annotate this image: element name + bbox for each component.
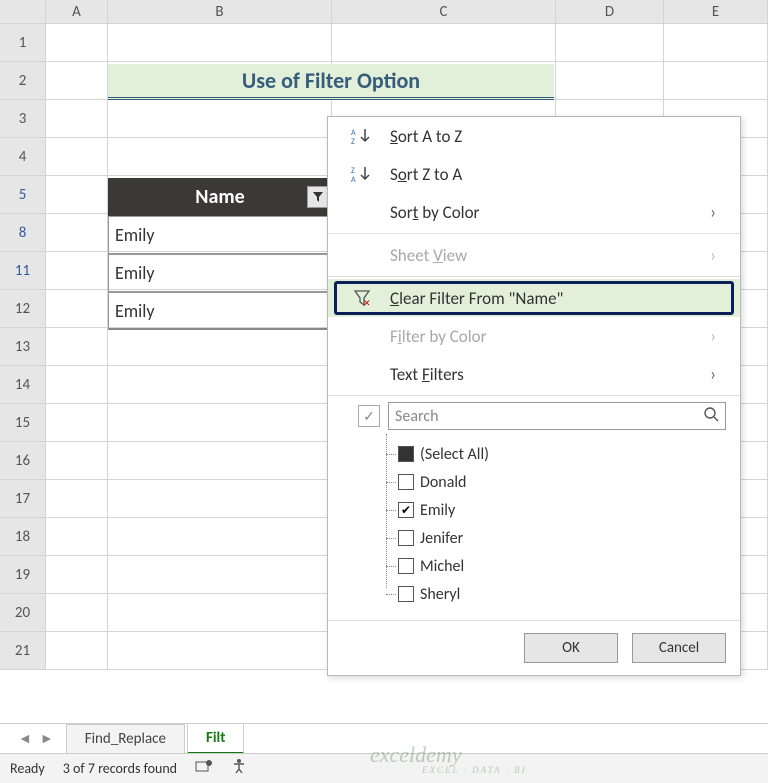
col-header-B[interactable]: B [108, 0, 332, 23]
data-cell[interactable]: Emily [108, 254, 332, 292]
clear-filter-icon: ✕ [342, 289, 382, 307]
sort-az-icon: AZ [342, 127, 382, 145]
tab-next-icon[interactable]: ► [40, 730, 54, 747]
filter-dropdown-menu: AZ Sort A to Z ZA Sort Z to A Sort by Co… [327, 116, 741, 676]
select-all-corner[interactable] [0, 0, 46, 23]
row-header[interactable]: 13 [0, 328, 46, 366]
sheet-tab-bar: ◄► Find_Replace Filt [0, 723, 768, 753]
filter-item-select-all[interactable]: (Select All) [398, 440, 726, 468]
row-header[interactable]: 8 [0, 214, 46, 252]
row-header[interactable]: 11 [0, 252, 46, 290]
menu-label: Text Filters [382, 364, 710, 385]
chevron-right-icon: › [710, 363, 740, 385]
filter-item[interactable]: Donald [398, 468, 726, 496]
col-header-D[interactable]: D [556, 0, 664, 23]
menu-label: Sort Z to A [382, 164, 740, 185]
filter-item[interactable]: Michel [398, 552, 726, 580]
row-header[interactable]: 12 [0, 290, 46, 328]
chevron-right-icon: › [710, 201, 740, 223]
menu-clear-filter[interactable]: ✕ Clear Filter From "Name" [328, 279, 740, 317]
macro-record-icon[interactable] [195, 759, 213, 778]
menu-label: Sort A to Z [382, 126, 740, 147]
menu-label: Clear Filter From "Name" [382, 288, 740, 309]
title-banner: Use of Filter Option [108, 64, 554, 100]
tab-prev-icon[interactable]: ◄ [18, 730, 32, 747]
menu-label: Filter by Color [382, 326, 710, 347]
checkbox-unchecked[interactable] [398, 474, 414, 490]
col-header-A[interactable]: A [46, 0, 108, 23]
search-placeholder: Search [395, 407, 703, 426]
row-header[interactable]: 17 [0, 480, 46, 518]
filter-item-label: Emily [420, 501, 455, 520]
menu-sort-za[interactable]: ZA Sort Z to A [328, 155, 740, 193]
row-header[interactable]: 15 [0, 404, 46, 442]
row-header[interactable]: 3 [0, 100, 46, 138]
filter-item-label: Sheryl [420, 585, 460, 604]
row-header[interactable]: 18 [0, 518, 46, 556]
menu-label: Sort by Color [382, 202, 710, 223]
row-header[interactable]: 16 [0, 442, 46, 480]
ok-button[interactable]: OK [524, 633, 618, 663]
col-header-E[interactable]: E [664, 0, 768, 23]
filter-item-label: Donald [420, 473, 466, 492]
menu-sheet-view: Sheet View › [328, 236, 740, 274]
checkbox-checked[interactable] [398, 502, 414, 518]
search-icon [703, 406, 719, 427]
filter-search-input[interactable]: Search [388, 402, 726, 430]
row-header[interactable]: 14 [0, 366, 46, 404]
row-header-column: 1 2 3 4 5 8 11 12 13 14 15 16 17 18 19 2… [0, 24, 46, 670]
checkbox-unchecked[interactable] [398, 530, 414, 546]
chevron-right-icon: › [710, 325, 740, 347]
select-all-toggle[interactable]: ✓ [358, 405, 380, 427]
filter-item-label: Jenifer [420, 529, 463, 548]
filter-icon [312, 191, 324, 203]
tab-nav[interactable]: ◄► [8, 730, 64, 747]
row-header[interactable]: 20 [0, 594, 46, 632]
table-header-label: Name [195, 185, 244, 209]
menu-label: Sheet View [382, 245, 710, 266]
row-header[interactable]: 21 [0, 632, 46, 670]
row-header[interactable]: 19 [0, 556, 46, 594]
row-header[interactable]: 1 [0, 24, 46, 62]
sheet-tab-active[interactable]: Filt [187, 723, 244, 755]
menu-filter-by-color: Filter by Color › [328, 317, 740, 355]
filter-item-label: (Select All) [420, 445, 489, 464]
menu-text-filters[interactable]: Text Filters › [328, 355, 740, 393]
filter-item[interactable]: Emily [398, 496, 726, 524]
accessibility-icon[interactable] [231, 758, 247, 779]
row-header[interactable]: 2 [0, 62, 46, 100]
row-header[interactable]: 4 [0, 138, 46, 176]
checkbox-indeterminate[interactable] [398, 446, 414, 462]
status-records-found: 3 of 7 records found [63, 760, 177, 777]
filter-checkbox-tree: (Select All) Donald Emily Jenifer Michel… [328, 434, 740, 620]
data-cell[interactable]: Emily [108, 292, 332, 330]
checkbox-unchecked[interactable] [398, 558, 414, 574]
svg-text:✕: ✕ [363, 298, 371, 307]
filter-item-label: Michel [420, 557, 464, 576]
chevron-right-icon: › [710, 244, 740, 266]
filter-item[interactable]: Sheryl [398, 580, 726, 608]
filter-dropdown-button[interactable] [307, 186, 329, 208]
menu-sort-by-color[interactable]: Sort by Color › [328, 193, 740, 231]
table-header-name[interactable]: Name [108, 178, 332, 216]
svg-text:A: A [351, 175, 356, 183]
status-bar: Ready 3 of 7 records found [0, 753, 768, 783]
sort-za-icon: ZA [342, 165, 382, 183]
checkbox-unchecked[interactable] [398, 586, 414, 602]
sheet-tab[interactable]: Find_Replace [66, 724, 185, 753]
col-header-C[interactable]: C [332, 0, 556, 23]
column-header-row: A B C D E [0, 0, 768, 24]
menu-sort-az[interactable]: AZ Sort A to Z [328, 117, 740, 155]
cancel-button[interactable]: Cancel [632, 633, 726, 663]
svg-text:Z: Z [351, 137, 355, 145]
data-cell[interactable]: Emily [108, 216, 332, 254]
filter-item[interactable]: Jenifer [398, 524, 726, 552]
row-header[interactable]: 5 [0, 176, 46, 214]
status-ready: Ready [10, 760, 45, 777]
